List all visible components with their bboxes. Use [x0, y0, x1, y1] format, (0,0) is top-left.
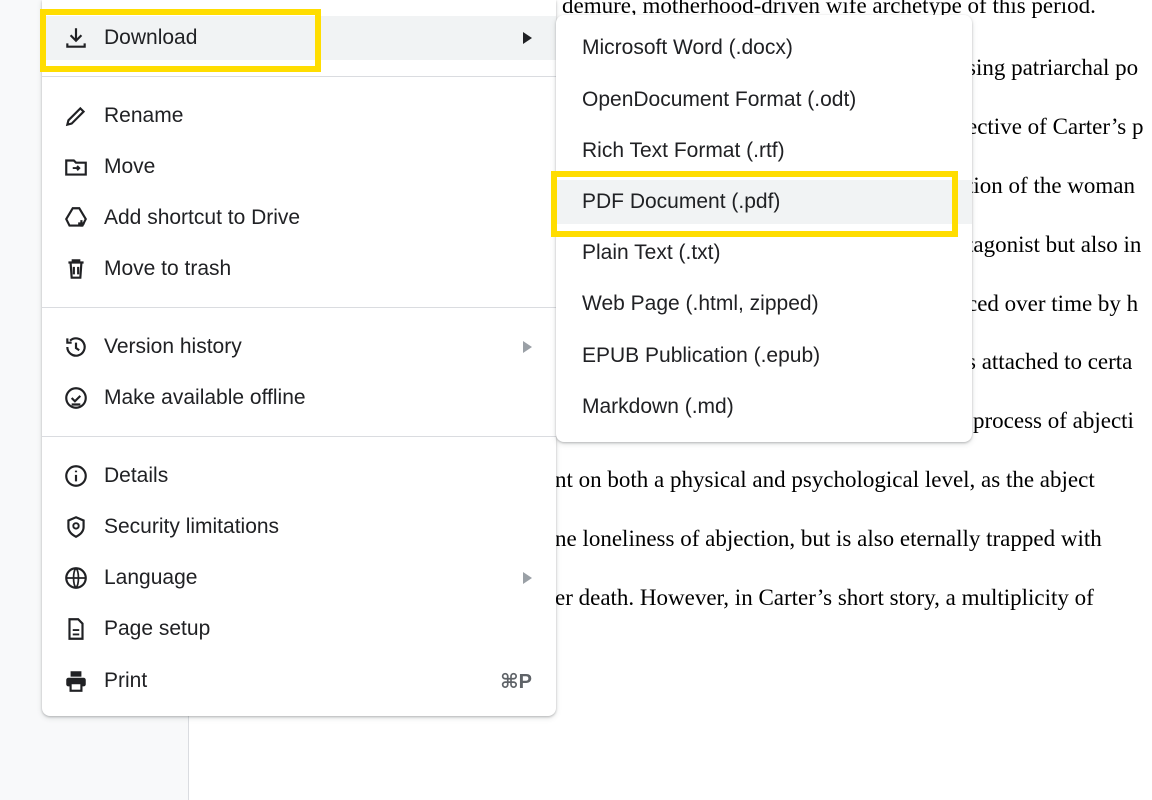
doc-line: sing patriarchal po — [967, 55, 1139, 80]
submenu-item-label: OpenDocument Format (.odt) — [582, 88, 857, 111]
doc-line: er death. However, in Carter’s short sto… — [555, 585, 1094, 610]
folder-move-icon — [62, 153, 90, 181]
doc-line: nt on both a physical and psychological … — [555, 467, 1095, 492]
menu-item-details[interactable]: Details — [42, 454, 556, 498]
menu-item-label: Move — [104, 155, 156, 178]
menu-item-label: Language — [104, 566, 198, 589]
trash-icon — [62, 255, 90, 283]
submenu-arrow-icon — [523, 32, 532, 44]
menu-item-print[interactable]: Print ⌘P — [42, 659, 556, 703]
drive-shortcut-icon — [62, 204, 90, 232]
menu-item-page-setup[interactable]: Page setup — [42, 607, 556, 651]
menu-divider — [42, 436, 556, 437]
menu-item-rename[interactable]: Rename — [42, 94, 556, 138]
submenu-item-label: Microsoft Word (.docx) — [582, 36, 793, 59]
download-txt[interactable]: Plain Text (.txt) — [556, 231, 972, 275]
print-shortcut: ⌘P — [500, 670, 532, 693]
menu-item-version-history[interactable]: Version history — [42, 325, 556, 369]
submenu-item-label: EPUB Publication (.epub) — [582, 344, 821, 367]
offline-check-icon — [62, 384, 90, 412]
menu-item-label: Move to trash — [104, 257, 232, 280]
pencil-icon — [62, 102, 90, 130]
download-rtf[interactable]: Rich Text Format (.rtf) — [556, 129, 972, 173]
menu-item-available-offline[interactable]: Make available offline — [42, 376, 556, 420]
download-md[interactable]: Markdown (.md) — [556, 385, 972, 429]
menu-item-security-limitations[interactable]: Security limitations — [42, 505, 556, 549]
menu-item-label: Make available offline — [104, 386, 306, 409]
menu-item-move[interactable]: Move — [42, 145, 556, 189]
download-highlight — [40, 9, 321, 72]
doc-line: process of abjecti — [973, 408, 1134, 433]
menu-item-label: Add shortcut to Drive — [104, 206, 301, 229]
download-html[interactable]: Web Page (.html, zipped) — [556, 282, 972, 326]
history-icon — [62, 333, 90, 361]
submenu-item-label: Web Page (.html, zipped) — [582, 292, 819, 315]
menu-divider — [42, 76, 556, 77]
download-docx[interactable]: Microsoft Word (.docx) — [556, 26, 972, 70]
menu-item-label: Version history — [104, 335, 242, 358]
submenu-item-label: Markdown (.md) — [582, 395, 734, 418]
doc-line: tion of the woman — [967, 173, 1135, 198]
page-icon — [62, 615, 90, 643]
menu-item-add-shortcut[interactable]: Add shortcut to Drive — [42, 196, 556, 240]
download-odt[interactable]: OpenDocument Format (.odt) — [556, 78, 972, 122]
doc-line: ced over time by h — [967, 291, 1139, 316]
globe-icon — [62, 564, 90, 592]
menu-item-move-to-trash[interactable]: Move to trash — [42, 247, 556, 291]
shield-icon — [62, 513, 90, 541]
doc-line: ne loneliness of abjection, but is also … — [555, 526, 1102, 551]
menu-item-language[interactable]: Language — [42, 556, 556, 600]
pdf-highlight — [551, 171, 958, 237]
menu-item-label: Security limitations — [104, 515, 280, 538]
menu-item-label: Rename — [104, 104, 184, 127]
printer-icon — [62, 667, 90, 695]
doc-line: ective of Carter’s p — [967, 114, 1144, 139]
submenu-arrow-icon — [523, 341, 532, 353]
menu-item-label: Print — [104, 669, 148, 692]
doc-line: tagonist but also in — [967, 232, 1142, 257]
info-icon — [62, 462, 90, 490]
download-epub[interactable]: EPUB Publication (.epub) — [556, 334, 972, 378]
menu-item-label: Page setup — [104, 617, 211, 640]
submenu-item-label: Plain Text (.txt) — [582, 241, 721, 264]
submenu-arrow-icon — [523, 572, 532, 584]
doc-line: s attached to certa — [967, 349, 1133, 374]
menu-divider — [42, 307, 556, 308]
submenu-item-label: Rich Text Format (.rtf) — [582, 139, 785, 162]
menu-item-label: Details — [104, 464, 169, 487]
file-menu: Download Rename Move Add shortcut to Dri… — [42, 0, 556, 716]
